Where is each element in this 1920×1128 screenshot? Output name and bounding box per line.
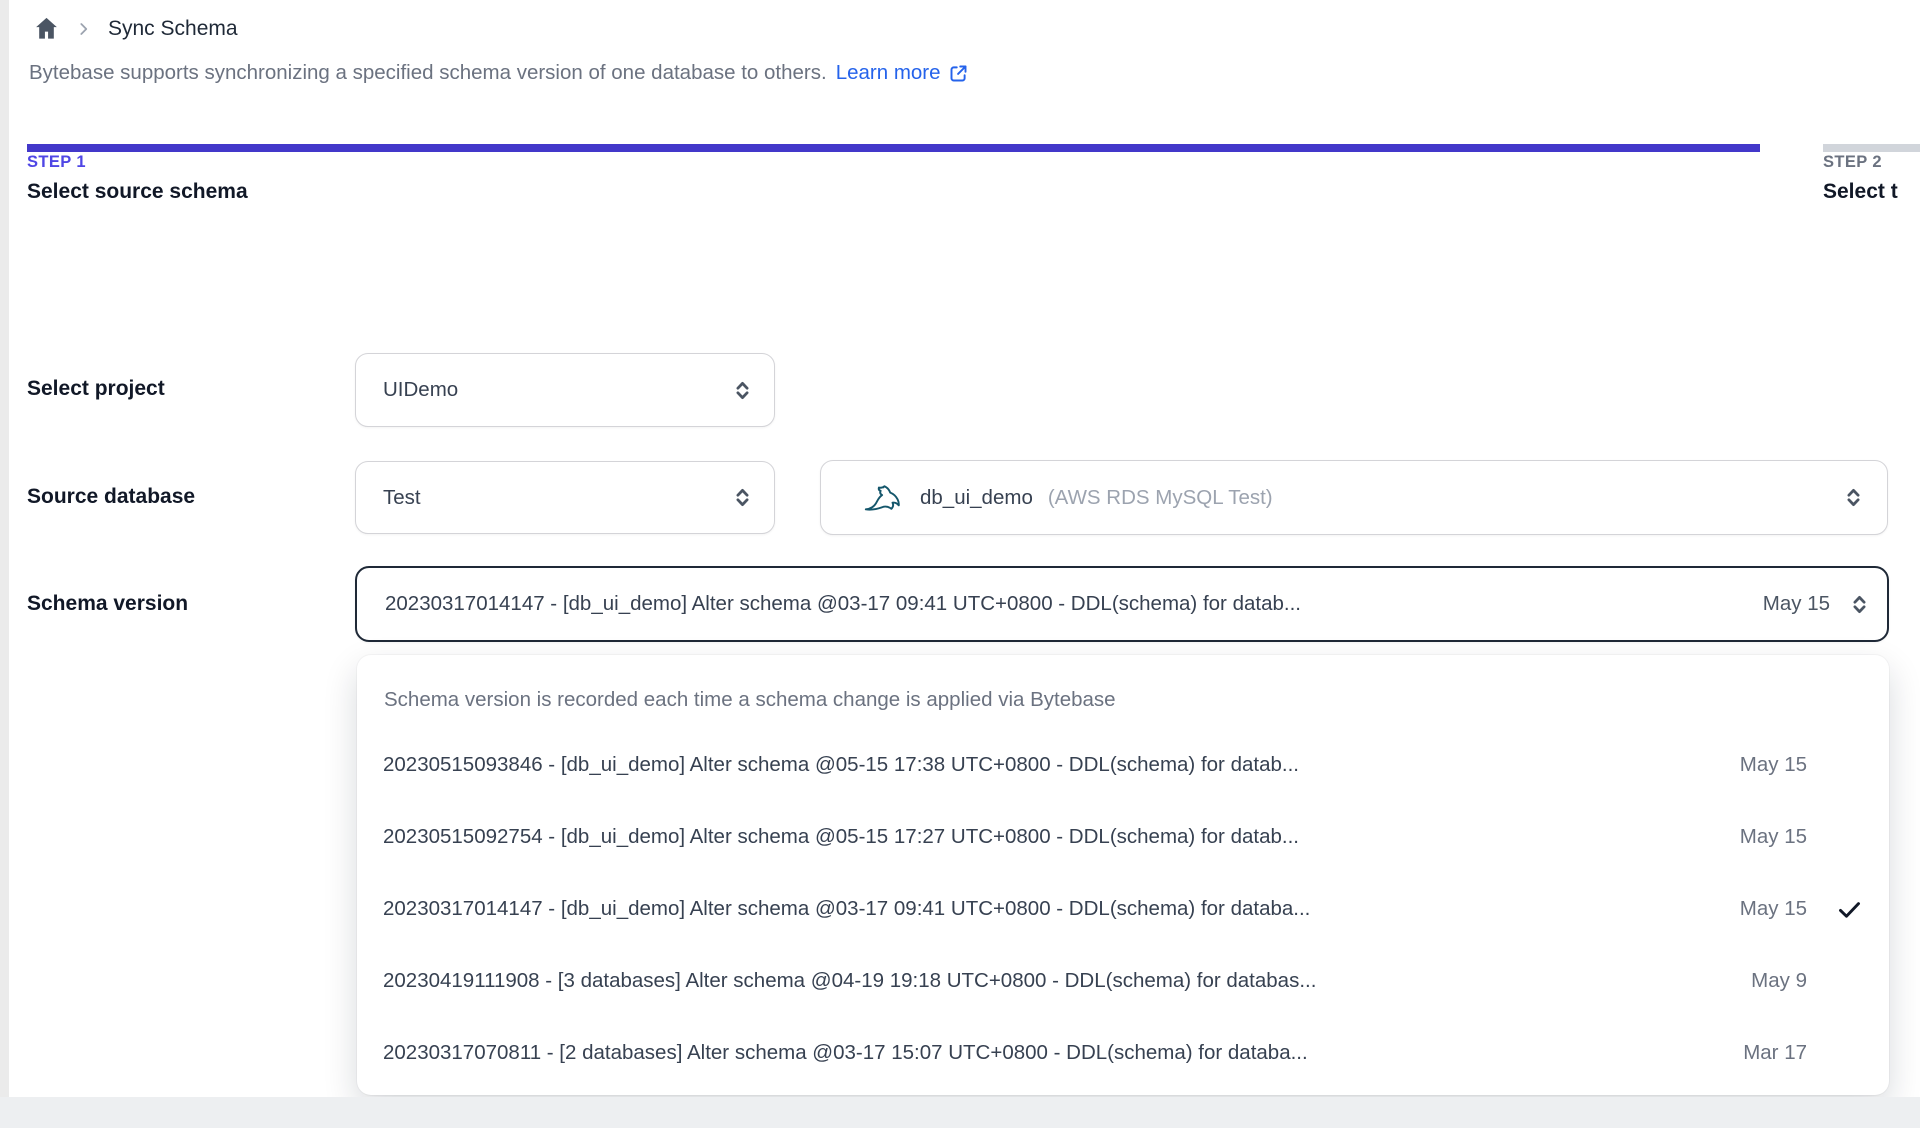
- updown-chevron-icon: [731, 379, 754, 402]
- step-2-header: STEP 2 Select t: [1823, 153, 1898, 204]
- external-link-icon: [948, 63, 969, 84]
- page-title: Sync Schema: [108, 16, 238, 40]
- option-text: 20230317070811 - [2 databases] Alter sch…: [383, 1041, 1308, 1064]
- project-select-value: UIDemo: [383, 378, 459, 401]
- updown-chevron-icon: [1848, 593, 1871, 616]
- database-select-annotation: (AWS RDS MySQL Test): [1047, 485, 1273, 509]
- intro-text: Bytebase supports synchronizing a specif…: [29, 61, 969, 85]
- option-date: Mar 17: [1743, 1041, 1807, 1064]
- check-icon: [1807, 896, 1863, 923]
- project-select[interactable]: UIDemo: [355, 353, 775, 427]
- learn-more-link[interactable]: Learn more: [836, 61, 969, 85]
- option-text: 20230317014147 - [db_ui_demo] Alter sche…: [383, 897, 1311, 920]
- dropdown-hint: Schema version is recorded each time a s…: [384, 688, 1116, 711]
- option-text: 20230419111908 - [3 databases] Alter sch…: [383, 969, 1317, 992]
- option-date: May 9: [1751, 969, 1807, 992]
- left-edge-divider: [0, 0, 9, 1128]
- step-2-label: STEP 2: [1823, 153, 1882, 171]
- breadcrumb: Sync Schema: [33, 15, 238, 42]
- page-bottom-background: [0, 1097, 1920, 1128]
- step-1-label: STEP 1: [27, 153, 86, 171]
- mysql-dolphin-icon: [863, 482, 901, 514]
- schema-version-label: Schema version: [27, 592, 189, 615]
- schema-version-option-selected[interactable]: 20230317014147 - [db_ui_demo] Alter sche…: [357, 873, 1889, 945]
- chevron-right-icon: [75, 20, 93, 38]
- option-text: 20230515093846 - [db_ui_demo] Alter sche…: [383, 753, 1299, 776]
- step-1-header: STEP 1 Select source schema: [27, 153, 248, 204]
- step2-progress-bar: [1823, 144, 1920, 152]
- option-date: May 15: [1739, 825, 1807, 848]
- option-text: 20230515092754 - [db_ui_demo] Alter sche…: [383, 825, 1299, 848]
- schema-version-dropdown: Schema version is recorded each time a s…: [357, 655, 1889, 1095]
- option-date: May 15: [1739, 753, 1807, 776]
- environment-select-value: Test: [383, 485, 421, 509]
- updown-chevron-icon: [1842, 486, 1865, 509]
- source-database-label: Source database: [27, 485, 196, 508]
- step1-progress-bar: [27, 144, 1760, 152]
- schema-version-select-value: 20230317014147 - [db_ui_demo] Alter sche…: [385, 592, 1301, 615]
- database-select-value: db_ui_demo: [920, 485, 1033, 509]
- select-project-label: Select project: [27, 377, 165, 400]
- schema-version-select[interactable]: 20230317014147 - [db_ui_demo] Alter sche…: [355, 566, 1889, 642]
- schema-version-select-date: May 15: [1762, 592, 1830, 615]
- updown-chevron-icon: [731, 486, 754, 509]
- option-date: May 15: [1739, 897, 1807, 920]
- environment-select[interactable]: Test: [355, 461, 775, 534]
- schema-version-option[interactable]: 20230419111908 - [3 databases] Alter sch…: [357, 945, 1889, 1017]
- schema-version-option[interactable]: 20230515092754 - [db_ui_demo] Alter sche…: [357, 801, 1889, 873]
- schema-version-option[interactable]: 20230515093846 - [db_ui_demo] Alter sche…: [357, 729, 1889, 801]
- intro-sentence: Bytebase supports synchronizing a specif…: [29, 61, 827, 84]
- learn-more-label: Learn more: [835, 61, 941, 84]
- schema-version-option[interactable]: 20230317070811 - [2 databases] Alter sch…: [357, 1017, 1889, 1089]
- database-select[interactable]: db_ui_demo (AWS RDS MySQL Test): [820, 460, 1888, 535]
- step-2-title: Select t: [1823, 180, 1898, 203]
- home-icon[interactable]: [33, 15, 60, 42]
- step-1-title: Select source schema: [27, 180, 248, 203]
